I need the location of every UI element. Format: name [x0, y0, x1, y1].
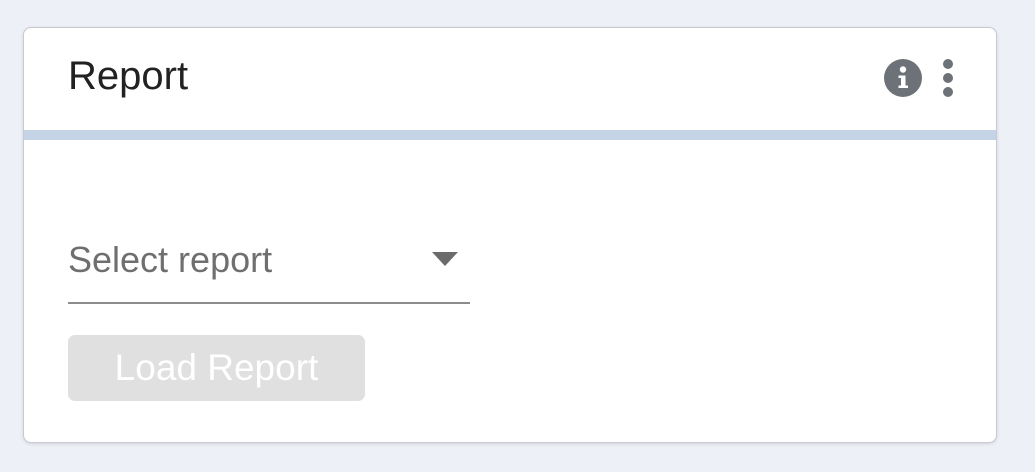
more-options-button[interactable] [938, 58, 958, 98]
more-vertical-icon [943, 59, 953, 97]
load-report-button[interactable]: Load Report [68, 335, 365, 401]
report-card: Report Select report Load Report [23, 27, 997, 443]
header-actions [883, 58, 958, 98]
header-divider [24, 130, 996, 140]
info-button[interactable] [883, 58, 923, 98]
card-title: Report [68, 54, 189, 98]
info-icon [884, 59, 922, 97]
card-header: Report [24, 28, 996, 130]
report-select-placeholder: Select report [68, 239, 273, 280]
dropdown-arrow-icon [432, 252, 458, 266]
report-select[interactable]: Select report [68, 232, 470, 304]
